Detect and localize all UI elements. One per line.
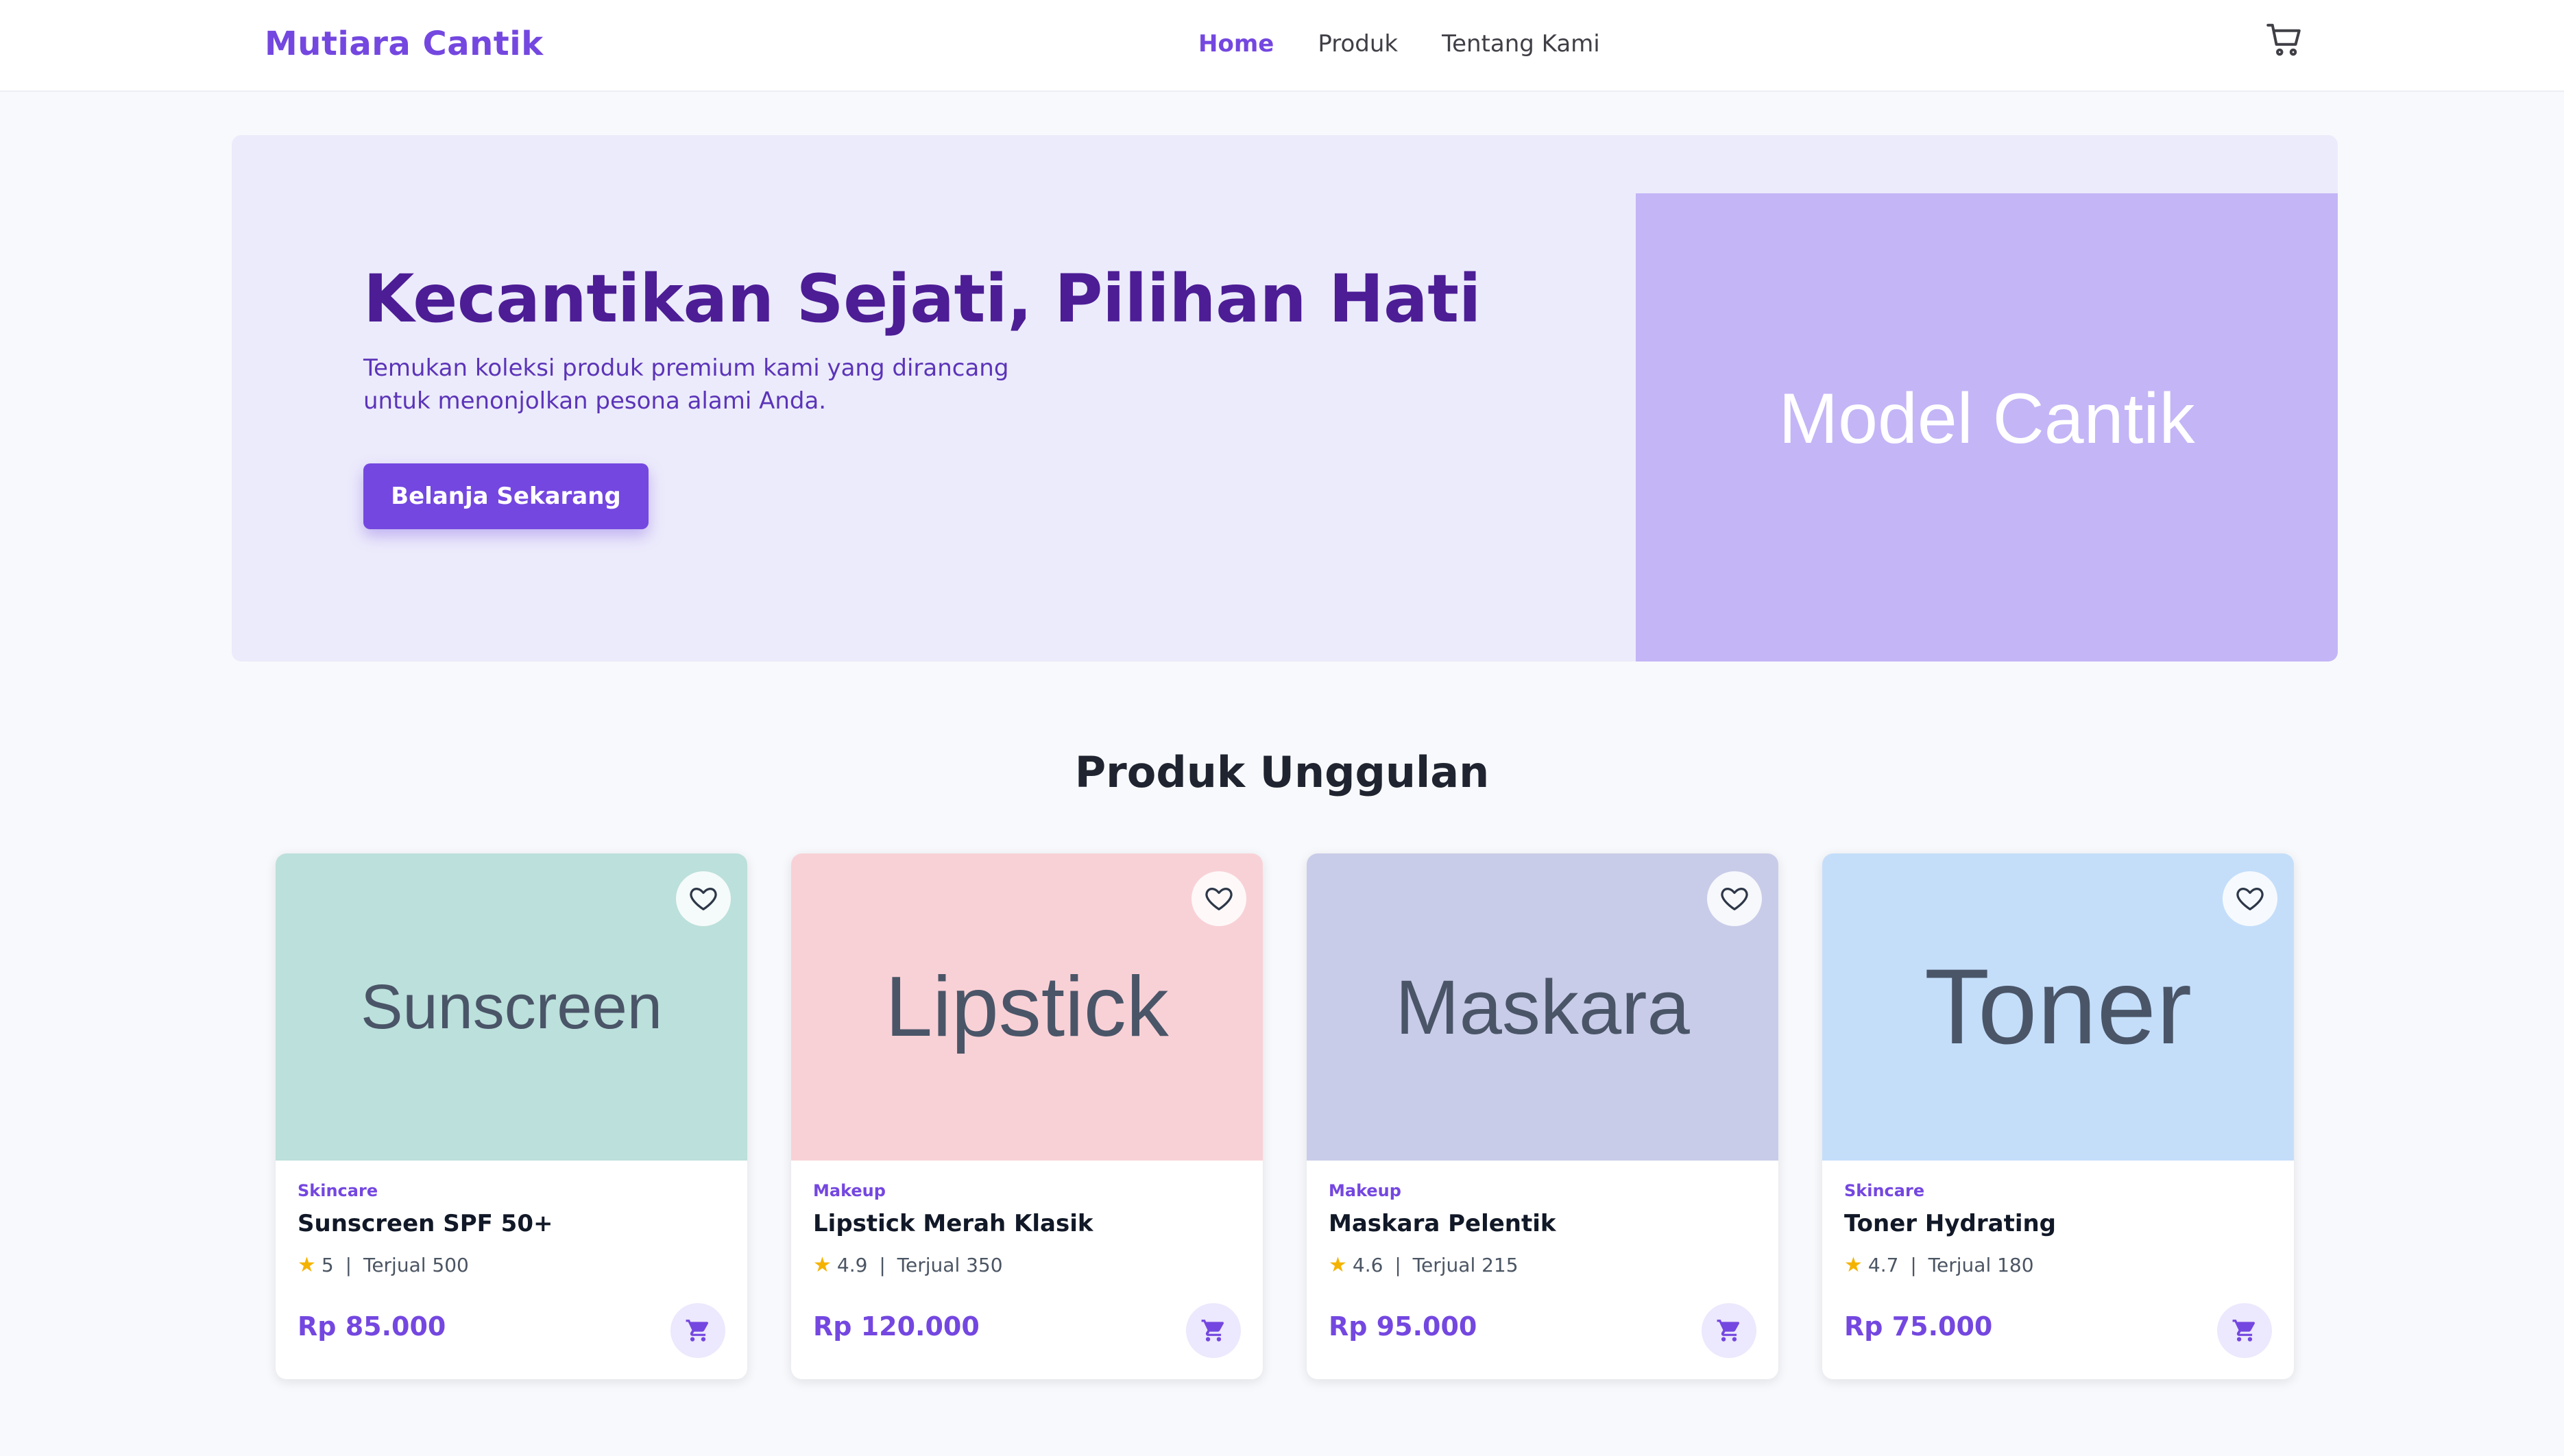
product-card[interactable]: Sunscreen Skincare Sunscreen SPF 50+ ★ 5… xyxy=(276,853,747,1379)
product-category: Makeup xyxy=(813,1181,886,1200)
meta-divider: | xyxy=(1904,1254,1923,1276)
heart-icon[interactable] xyxy=(2223,871,2277,926)
add-to-cart-button[interactable] xyxy=(1186,1303,1241,1358)
product-image-label: Lipstick xyxy=(885,960,1169,1054)
add-to-cart-button[interactable] xyxy=(2217,1303,2272,1358)
product-price: Rp 75.000 xyxy=(1844,1311,1993,1342)
heart-icon[interactable] xyxy=(1707,871,1762,926)
product-name[interactable]: Maskara Pelentik xyxy=(1329,1210,1556,1237)
hero-banner: Kecantikan Sejati, Pilihan Hati Temukan … xyxy=(232,135,2338,662)
product-name[interactable]: Lipstick Merah Klasik xyxy=(813,1210,1093,1237)
product-rating: 5 xyxy=(321,1254,334,1276)
product-meta: ★ 5 | Terjual 500 xyxy=(298,1253,469,1277)
product-category: Skincare xyxy=(298,1181,378,1200)
star-icon: ★ xyxy=(1844,1253,1863,1277)
heart-icon[interactable] xyxy=(1192,871,1246,926)
product-name[interactable]: Toner Hydrating xyxy=(1844,1210,2056,1237)
product-card[interactable]: Toner Skincare Toner Hydrating ★ 4.7 | T… xyxy=(1822,853,2294,1379)
cart-plus-icon xyxy=(1201,1320,1224,1342)
nav-home[interactable]: Home xyxy=(1198,25,1274,63)
featured-products-title: Produk Unggulan xyxy=(1074,747,1490,797)
product-rating: 4.7 xyxy=(1867,1254,1899,1276)
product-price: Rp 120.000 xyxy=(813,1311,980,1342)
main-nav: Home Produk Tentang Kami xyxy=(1198,25,1600,63)
heart-icon[interactable] xyxy=(676,871,731,926)
shop-now-button[interactable]: Belanja Sekarang xyxy=(363,463,649,529)
cart-plus-icon xyxy=(686,1320,709,1342)
star-icon: ★ xyxy=(813,1253,832,1277)
product-category: Makeup xyxy=(1329,1181,1401,1200)
product-rating: 4.6 xyxy=(1352,1254,1383,1276)
product-name[interactable]: Sunscreen SPF 50+ xyxy=(298,1210,553,1237)
product-image-label: Sunscreen xyxy=(361,971,662,1042)
product-meta: ★ 4.9 | Terjual 350 xyxy=(813,1253,1003,1277)
product-card[interactable]: Lipstick Makeup Lipstick Merah Klasik ★ … xyxy=(791,853,1263,1379)
product-price: Rp 95.000 xyxy=(1329,1311,1477,1342)
nav-produk[interactable]: Produk xyxy=(1318,25,1398,63)
product-category: Skincare xyxy=(1844,1181,1925,1200)
star-icon: ★ xyxy=(1329,1253,1347,1277)
product-sold: Terjual 215 xyxy=(1412,1254,1519,1276)
add-to-cart-button[interactable] xyxy=(1702,1303,1756,1358)
product-sold: Terjual 500 xyxy=(363,1254,469,1276)
cart-icon[interactable] xyxy=(2264,19,2305,60)
cart-plus-icon xyxy=(2232,1320,2255,1342)
product-sold: Terjual 350 xyxy=(897,1254,1003,1276)
cart-plus-icon xyxy=(1717,1320,1740,1342)
meta-divider: | xyxy=(339,1254,358,1276)
brand-logo[interactable]: Mutiara Cantik xyxy=(265,19,544,69)
star-icon: ★ xyxy=(298,1253,316,1277)
nav-tentang-kami[interactable]: Tentang Kami xyxy=(1442,25,1600,63)
product-image-label: Toner xyxy=(1924,947,2192,1067)
product-sold: Terjual 180 xyxy=(1928,1254,2034,1276)
hero-image-label: Model Cantik xyxy=(1778,379,2195,459)
hero-subtitle: Temukan koleksi produk premium kami yang… xyxy=(363,354,1009,415)
product-card[interactable]: Maskara Makeup Maskara Pelentik ★ 4.6 | … xyxy=(1307,853,1778,1379)
meta-divider: | xyxy=(1388,1254,1407,1276)
product-image-label: Maskara xyxy=(1395,964,1690,1050)
hero-title: Kecantikan Sejati, Pilihan Hati xyxy=(363,260,1481,337)
product-meta: ★ 4.7 | Terjual 180 xyxy=(1844,1253,2034,1277)
product-rating: 4.9 xyxy=(836,1254,868,1276)
add-to-cart-button[interactable] xyxy=(670,1303,725,1358)
top-navbar: Mutiara Cantik Home Produk Tentang Kami xyxy=(0,0,2564,92)
product-meta: ★ 4.6 | Terjual 215 xyxy=(1329,1253,1519,1277)
hero-image: Model Cantik xyxy=(1636,193,2338,662)
product-price: Rp 85.000 xyxy=(298,1311,446,1342)
meta-divider: | xyxy=(873,1254,892,1276)
